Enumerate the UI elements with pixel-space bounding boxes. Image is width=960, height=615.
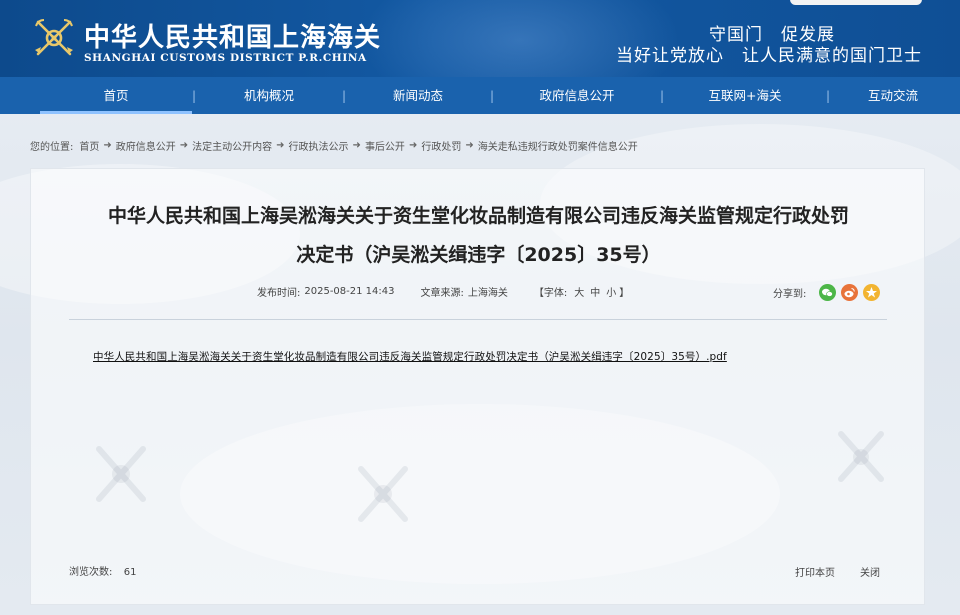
view-count: 浏览次数: 61: [69, 563, 136, 578]
breadcrumb-item-smuggling-cases[interactable]: 海关走私违规行政处罚案件信息公开: [478, 138, 638, 153]
breadcrumb-item-enforcement[interactable]: 行政执法公示: [289, 138, 349, 153]
nav-item-interaction[interactable]: 互动交流: [830, 77, 956, 114]
font-size-medium-button[interactable]: 中: [590, 284, 600, 299]
share-label: 分享到:: [773, 289, 807, 300]
article-title-line2: 决定书（沪吴淞关缉违字〔2025〕35号）: [296, 244, 661, 266]
font-size-label-open: 【字体:: [533, 288, 568, 299]
favorite-star-icon[interactable]: [863, 284, 881, 301]
share-bar: 分享到:: [773, 284, 881, 301]
site-header: 中华人民共和国上海海关 SHANGHAI CUSTOMS DISTRICT P.…: [0, 0, 960, 77]
publish-label: 发布时间:: [257, 288, 301, 299]
nav-item-news[interactable]: 新闻动态: [346, 77, 490, 114]
breadcrumb-item-statutory[interactable]: 法定主动公开内容: [192, 138, 272, 153]
breadcrumb-arrow-icon: ➜: [408, 140, 418, 151]
wechat-icon[interactable]: [819, 284, 837, 301]
article-meta: 发布时间: 2025-08-21 14:43 文章来源: 上海海关 【字体: 大…: [257, 284, 629, 299]
breadcrumb-prefix: 您的位置:: [30, 142, 74, 153]
nav-item-about[interactable]: 机构概况: [196, 77, 342, 114]
nav-item-home[interactable]: 首页: [40, 77, 192, 114]
close-page-button[interactable]: 关闭: [860, 564, 880, 579]
article-card: 中华人民共和国上海吴淞海关关于资生堂化妆品制造有限公司违反海关监管规定行政处罚 …: [30, 168, 925, 605]
customs-emblem-icon[interactable]: [30, 14, 78, 62]
source-label: 文章来源:: [420, 288, 464, 299]
source-value: 上海海关: [467, 288, 508, 299]
nav-item-internet-plus[interactable]: 互联网+海关: [664, 77, 826, 114]
breadcrumb-item-post-disclosure[interactable]: 事后公开: [365, 138, 405, 153]
slogan-line2: 当好让党放心 让人民满意的国门卫士: [616, 46, 922, 66]
print-page-button[interactable]: 打印本页: [795, 564, 835, 579]
article-title-line1: 中华人民共和国上海吴淞海关关于资生堂化妆品制造有限公司违反海关监管规定行政处罚: [107, 205, 849, 227]
weibo-icon[interactable]: [841, 284, 859, 301]
breadcrumb-arrow-icon: ➜: [103, 140, 112, 151]
nav-item-gov-info[interactable]: 政府信息公开: [494, 77, 660, 114]
site-subtitle: SHANGHAI CUSTOMS DISTRICT P.R.CHINA: [84, 52, 367, 64]
breadcrumb: 您的位置: 首页 ➜ 政府信息公开 ➜ 法定主动公开内容 ➜ 行政执法公示 ➜ …: [30, 138, 638, 153]
font-size-small-button[interactable]: 小: [606, 284, 616, 299]
top-search-box[interactable]: [790, 0, 922, 5]
breadcrumb-arrow-icon: ➜: [276, 140, 285, 151]
breadcrumb-item-home[interactable]: 首页: [79, 138, 99, 153]
breadcrumb-arrow-icon: ➜: [352, 140, 361, 151]
font-size-label-close: 】: [619, 288, 630, 299]
main-nav: 首页 | 机构概况 | 新闻动态 | 政府信息公开 | 互联网+海关 | 互动交…: [0, 77, 960, 114]
site-title[interactable]: 中华人民共和国上海海关: [84, 17, 381, 54]
breadcrumb-arrow-icon: ➜: [465, 140, 474, 151]
article-title: 中华人民共和国上海吴淞海关关于资生堂化妆品制造有限公司违反海关监管规定行政处罚 …: [61, 197, 896, 275]
font-size-large-button[interactable]: 大: [574, 284, 584, 299]
breadcrumb-item-gov-info[interactable]: 政府信息公开: [116, 138, 176, 153]
title-divider: [69, 319, 887, 320]
view-count-label: 浏览次数:: [69, 567, 113, 578]
publish-time: 2025-08-21 14:43: [304, 286, 395, 297]
breadcrumb-arrow-icon: ➜: [179, 140, 189, 151]
view-count-value: 61: [123, 567, 137, 578]
attachment-pdf-link[interactable]: 中华人民共和国上海吴淞海关关于资生堂化妆品制造有限公司违反海关监管规定行政处罚决…: [93, 349, 727, 364]
breadcrumb-item-penalty[interactable]: 行政处罚: [421, 138, 461, 153]
